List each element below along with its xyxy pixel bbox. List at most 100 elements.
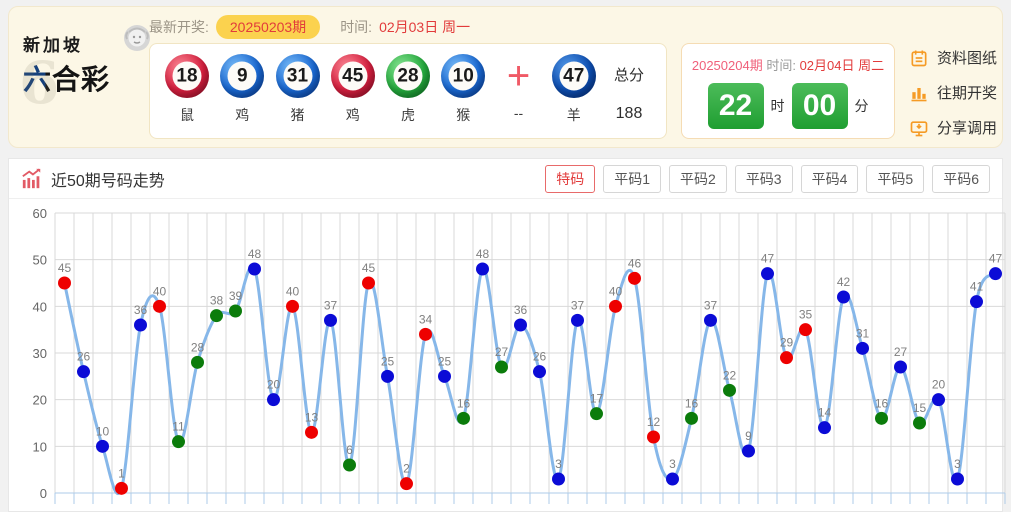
svg-text:16: 16 (457, 396, 471, 410)
svg-text:47: 47 (989, 252, 1003, 266)
svg-text:42: 42 (837, 275, 851, 289)
result-ball: 9 鸡 (217, 54, 267, 125)
trend-tab-5[interactable]: 平码5 (866, 164, 925, 193)
ball-zodiac: 鸡 (235, 107, 250, 123)
issue-badge: 20250203期 (215, 15, 321, 39)
svg-text:20: 20 (932, 378, 946, 392)
trend-tab-0[interactable]: 特码 (545, 164, 596, 193)
svg-text:48: 48 (476, 247, 490, 261)
svg-text:3: 3 (555, 457, 562, 471)
svg-text:45: 45 (362, 261, 376, 275)
trend-chart-area: 0 10 20 30 40 50 60 45 26 10 1 36 40 11 28 38 39 48 20 40 13… (9, 199, 1006, 512)
countdown-boxes: 22 时 00 分 (682, 83, 894, 129)
countdown-minutes: 00 (791, 83, 848, 129)
svg-text:39: 39 (229, 289, 243, 303)
result-ball: 10 猴 (438, 54, 488, 125)
trend-chart: 010203040506045261013640112838 3948204013… (33, 206, 1006, 504)
trend-tab-3[interactable]: 平码3 (734, 164, 793, 193)
next-draw-countdown: 20250204期 时间: 02月04日 周二 22 时 00 分 (681, 43, 895, 139)
trend-title: 近50期号码走势 (51, 172, 165, 190)
total-label: 总分 (613, 67, 644, 84)
svg-text:40: 40 (286, 284, 300, 298)
result-ball: 31 猪 (273, 54, 323, 125)
next-time-label: 时间: (766, 58, 796, 73)
ball-zodiac: 鼠 (180, 107, 194, 123)
svg-text:11: 11 (172, 420, 185, 434)
side-button-label: 分享调用 (937, 120, 998, 137)
ball-zodiac: 鸡 (345, 107, 360, 123)
svg-text:27: 27 (495, 345, 509, 359)
svg-text:50: 50 (33, 253, 47, 268)
past-draws-button[interactable]: 往期开奖 (909, 82, 997, 103)
share-embed-button[interactable]: 分享调用 (909, 117, 997, 138)
time-label: 时间: (340, 19, 373, 35)
trend-title-row: 近50期号码走势 (21, 167, 165, 191)
svg-text:36: 36 (134, 303, 148, 317)
svg-text:40: 40 (153, 284, 167, 298)
svg-text:40: 40 (33, 299, 47, 314)
data-charts-button[interactable]: 资料图纸 (909, 47, 997, 68)
svg-text:20: 20 (267, 378, 281, 392)
svg-text:26: 26 (77, 350, 91, 364)
draw-time: 02月03日 周一 (379, 19, 471, 35)
trend-tab-1[interactable]: 平码1 (603, 164, 662, 193)
ball-number: 28 (393, 61, 423, 91)
svg-text:30: 30 (33, 346, 47, 361)
svg-text:36: 36 (514, 303, 528, 317)
svg-text:20: 20 (33, 393, 47, 408)
svg-text:46: 46 (628, 256, 642, 270)
next-draw-info: 20250204期 时间: 02月04日 周二 (682, 55, 894, 74)
svg-text:10: 10 (33, 439, 47, 454)
svg-text:26: 26 (533, 350, 547, 364)
ball-zodiac: 虎 (401, 107, 415, 123)
ball-number: 45 (338, 61, 368, 91)
side-button-label: 资料图纸 (937, 50, 998, 67)
notebook-icon (911, 50, 927, 66)
hour-unit: 时 (770, 98, 785, 114)
trend-card-header: 近50期号码走势 特码 平码1 平码2 平码3 平码4 平码5 平码6 (9, 159, 1002, 199)
svg-text:13: 13 (305, 410, 319, 424)
trend-tab-6[interactable]: 平码6 (932, 164, 990, 193)
latest-draw-info: 最新开奖: 20250203期 时间: 02月03日 周一 (149, 15, 470, 39)
svg-text:48: 48 (248, 247, 262, 261)
svg-text:29: 29 (780, 336, 794, 350)
trend-icon (22, 168, 41, 188)
result-ball: 28 虎 (383, 54, 433, 125)
ball-number: 10 (448, 61, 478, 91)
svg-text:34: 34 (419, 312, 433, 326)
svg-text:28: 28 (191, 340, 205, 354)
ball-number: 18 (172, 61, 202, 91)
minute-unit: 分 (854, 98, 869, 114)
svg-text:3: 3 (954, 457, 961, 471)
svg-text:40: 40 (609, 284, 623, 298)
svg-text:47: 47 (761, 252, 775, 266)
plus-separator: + -- (494, 54, 544, 121)
result-ball: 18 鼠 (162, 54, 212, 125)
share-icon (910, 120, 928, 136)
next-time-value: 02月04日 周二 (799, 58, 885, 73)
svg-text:12: 12 (647, 415, 661, 429)
result-ball-special: 47 羊 (549, 54, 599, 125)
svg-text:31: 31 (856, 326, 870, 340)
side-buttons: 资料图纸 往期开奖 分享调用 (909, 47, 997, 138)
ball-zodiac: 猪 (290, 107, 305, 123)
svg-text:45: 45 (58, 261, 72, 275)
ball-zodiac: 羊 (566, 107, 581, 123)
svg-text:0: 0 (40, 486, 47, 501)
svg-text:15: 15 (913, 401, 927, 415)
header-strip: 6 新加坡 六合彩 最新开奖: 20250203期 时间: 02月03日 周一 … (8, 6, 1003, 148)
ball-number: 9 (227, 61, 257, 91)
svg-text:6: 6 (346, 443, 353, 457)
svg-text:2: 2 (403, 462, 410, 476)
svg-text:41: 41 (970, 280, 984, 294)
trend-tab-2[interactable]: 平码2 (669, 164, 727, 193)
plus-icon: + (506, 54, 531, 98)
ball-zodiac: 猴 (456, 107, 471, 123)
svg-text:22: 22 (723, 368, 737, 382)
svg-text:10: 10 (96, 424, 110, 438)
ball-number: 47 (559, 61, 589, 91)
svg-text:37: 37 (324, 298, 338, 312)
svg-text:3: 3 (669, 457, 676, 471)
svg-text:60: 60 (33, 206, 47, 221)
trend-tab-4[interactable]: 平码4 (800, 164, 859, 193)
